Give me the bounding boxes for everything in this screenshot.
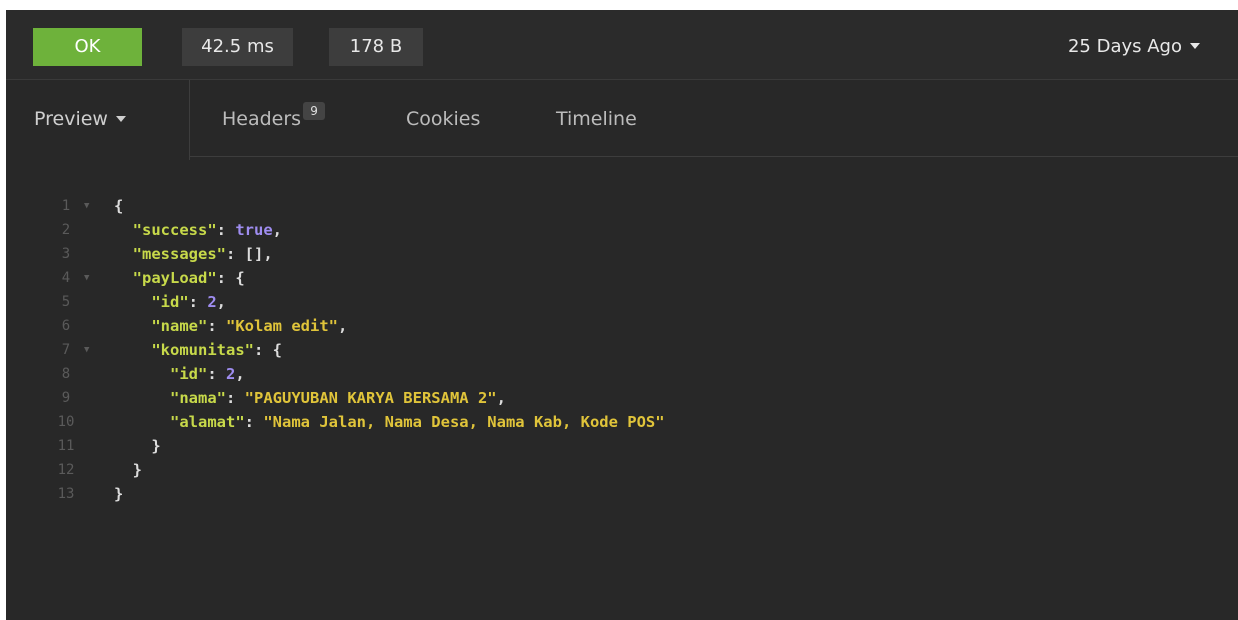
- json-viewer[interactable]: 1 ▼{ 2 "success": true, 3 "messages": [],…: [6, 160, 1238, 620]
- code-line: 3 "messages": [],: [6, 218, 1238, 263]
- code-line: 1 ▼{: [6, 170, 1238, 215]
- code-line: 8 "id": 2,: [6, 338, 1238, 383]
- status-badge: 200 OK: [33, 28, 1238, 620]
- history-label: 25 Days Ago: [1067, 36, 1182, 57]
- chevron-down-icon: [1190, 43, 1200, 49]
- code-line: 10 "alamat": "Nama Jalan, Nama Desa, Nam…: [6, 386, 1238, 431]
- response-size-badge: 178 B: [329, 28, 423, 66]
- tab-headers[interactable]: Headers 9: [222, 102, 326, 130]
- tab-cookies[interactable]: Cookies: [406, 108, 480, 130]
- response-status-bar: 200 OK 42.5 ms 178 B 25 Days Ago: [6, 10, 1238, 620]
- line-number: 13: [57, 486, 75, 502]
- tab-headers-label: Headers: [222, 108, 302, 130]
- code-line: 7 ▼ "komunitas": {: [6, 314, 1238, 359]
- code-line: 2 "success": true,: [6, 194, 1238, 239]
- code-line: 4 ▼ "payLoad": {: [6, 242, 1238, 287]
- chevron-down-icon: [115, 115, 126, 122]
- tab-preview[interactable]: Preview: [6, 80, 190, 160]
- response-tabs: Preview Headers 9 Cookies Timeline: [6, 80, 1238, 160]
- tab-preview-label: Preview: [34, 108, 108, 130]
- response-pane: 200 OK 42.5 ms 178 B 25 Days Ago Preview…: [6, 10, 1238, 620]
- response-history-dropdown[interactable]: 25 Days Ago: [1068, 28, 1200, 66]
- code-line: 5 "id": 2,: [6, 266, 1238, 311]
- code-line: 9 "nama": "PAGUYUBAN KARYA BERSAMA 2",: [6, 362, 1238, 407]
- code-line: 12 }: [6, 434, 1238, 479]
- headers-count-badge: 9: [303, 102, 326, 120]
- response-time-badge: 42.5 ms: [182, 28, 293, 66]
- code-line: 11 }: [6, 410, 1238, 455]
- code-line: 13}: [6, 458, 1238, 503]
- tab-timeline[interactable]: Timeline: [556, 108, 637, 130]
- code-line: 6 "name": "Kolam edit",: [6, 290, 1238, 335]
- status-text: OK: [74, 36, 101, 57]
- tabs-divider: [190, 156, 1238, 157]
